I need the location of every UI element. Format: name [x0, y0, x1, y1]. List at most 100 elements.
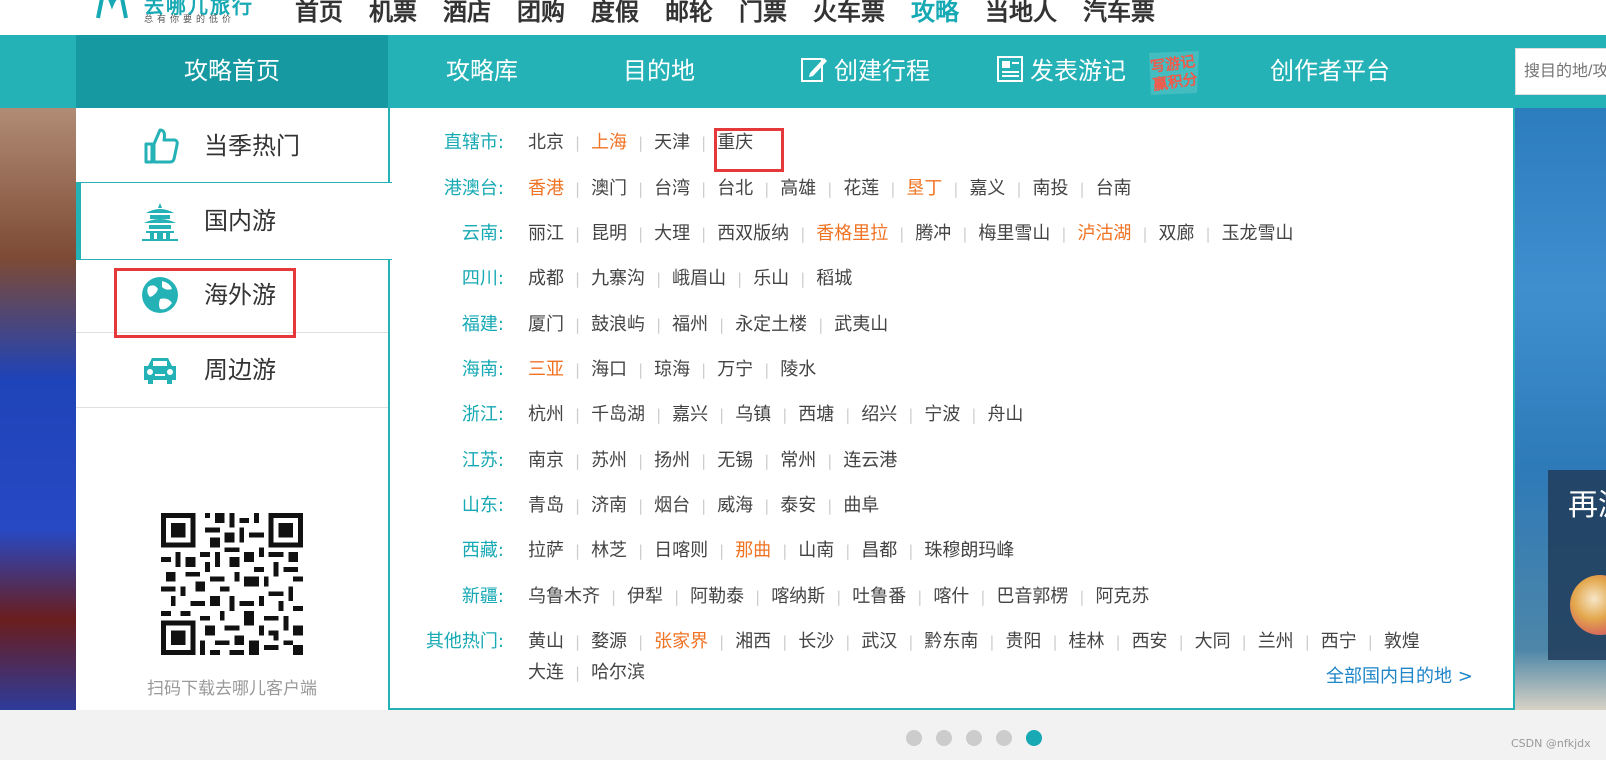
city-link[interactable]: 海口 [591, 359, 627, 380]
city-link[interactable]: 腾冲 [915, 223, 951, 244]
city-link[interactable]: 鼓浪屿 [591, 314, 645, 335]
city-link[interactable]: 喀什 [933, 586, 969, 607]
city-link[interactable]: 青岛 [528, 495, 564, 516]
city-link[interactable]: 厦门 [528, 314, 564, 335]
city-link[interactable]: 台南 [1096, 178, 1132, 199]
top-nav-cruise[interactable]: 邮轮 [665, 0, 713, 34]
top-nav-groupbuy[interactable]: 团购 [517, 0, 565, 34]
city-link[interactable]: 武汉 [861, 631, 897, 652]
top-nav-train[interactable]: 火车票 [813, 0, 885, 34]
city-link[interactable]: 黄山 [528, 631, 564, 652]
city-link[interactable]: 西宁 [1321, 631, 1357, 652]
city-link[interactable]: 济南 [591, 495, 627, 516]
city-link[interactable]: 乐山 [753, 268, 789, 289]
category-domestic[interactable]: 国内游 [76, 182, 392, 260]
city-link[interactable]: 南京 [528, 450, 564, 471]
city-link[interactable]: 湘西 [735, 631, 771, 652]
city-link[interactable]: 张家界 [654, 631, 708, 652]
city-link[interactable]: 绍兴 [861, 404, 897, 425]
carousel-dot[interactable] [936, 730, 952, 746]
category-nearby[interactable]: 周边游 [76, 332, 388, 408]
city-link[interactable]: 大连 [528, 662, 564, 683]
city-link[interactable]: 稻城 [816, 268, 852, 289]
city-link[interactable]: 喀纳斯 [771, 586, 825, 607]
search-input[interactable] [1516, 49, 1606, 94]
city-link[interactable]: 香格里拉 [816, 223, 888, 244]
city-link[interactable]: 三亚 [528, 359, 564, 380]
sub-nav-create-trip[interactable]: 创建行程 [800, 35, 930, 108]
city-link[interactable]: 大同 [1195, 631, 1231, 652]
city-link[interactable]: 珠穆朗玛峰 [924, 540, 1014, 561]
city-link[interactable]: 泸沽湖 [1077, 223, 1131, 244]
city-link[interactable]: 烟台 [654, 495, 690, 516]
city-link[interactable]: 曲阜 [843, 495, 879, 516]
city-link[interactable]: 天津 [654, 132, 690, 153]
city-link[interactable]: 丽江 [528, 223, 564, 244]
carousel-dot[interactable] [966, 730, 982, 746]
city-link[interactable]: 那曲 [735, 540, 771, 561]
city-link[interactable]: 西塘 [798, 404, 834, 425]
city-link[interactable]: 舟山 [987, 404, 1023, 425]
city-link[interactable]: 吐鲁番 [852, 586, 906, 607]
top-nav-tickets[interactable]: 门票 [739, 0, 787, 34]
city-link[interactable]: 伊犁 [627, 586, 663, 607]
city-link[interactable]: 黔东南 [924, 631, 978, 652]
city-link[interactable]: 西双版纳 [717, 223, 789, 244]
city-link[interactable]: 梅里雪山 [978, 223, 1050, 244]
city-link[interactable]: 成都 [528, 268, 564, 289]
city-link[interactable]: 昆明 [591, 223, 627, 244]
city-link[interactable]: 巴音郭楞 [996, 586, 1068, 607]
city-link[interactable]: 威海 [717, 495, 753, 516]
city-link[interactable]: 兰州 [1258, 631, 1294, 652]
sub-nav-guide-home[interactable]: 攻略首页 [76, 35, 388, 108]
city-link[interactable]: 阿克苏 [1095, 586, 1149, 607]
top-nav-locals[interactable]: 当地人 [985, 0, 1057, 34]
city-link[interactable]: 万宁 [717, 359, 753, 380]
city-link[interactable]: 上海 [591, 132, 627, 153]
search-box[interactable] [1515, 48, 1606, 95]
city-link[interactable]: 垦丁 [906, 178, 942, 199]
city-link[interactable]: 高雄 [780, 178, 816, 199]
city-link[interactable]: 桂林 [1069, 631, 1105, 652]
city-link[interactable]: 林芝 [591, 540, 627, 561]
city-link[interactable]: 台湾 [654, 178, 690, 199]
carousel-dot[interactable] [996, 730, 1012, 746]
city-link[interactable]: 永定土楼 [735, 314, 807, 335]
city-link[interactable]: 大理 [654, 223, 690, 244]
top-nav-vacation[interactable]: 度假 [591, 0, 639, 34]
city-link[interactable]: 陵水 [780, 359, 816, 380]
city-link[interactable]: 澳门 [591, 178, 627, 199]
top-nav-home[interactable]: 首页 [295, 0, 343, 34]
city-link[interactable]: 贵阳 [1005, 631, 1041, 652]
logo[interactable]: 去哪儿旅行 总有你要的低价 [94, 0, 274, 30]
city-link[interactable]: 乌镇 [735, 404, 771, 425]
city-link[interactable]: 花莲 [843, 178, 879, 199]
sub-nav-publish-notes[interactable]: 发表游记 [996, 35, 1126, 108]
category-seasonal-hot[interactable]: 当季热门 [76, 108, 388, 184]
city-link[interactable]: 香港 [528, 178, 564, 199]
city-link[interactable]: 敦煌 [1384, 631, 1420, 652]
city-link[interactable]: 嘉义 [969, 178, 1005, 199]
city-link[interactable]: 日喀则 [654, 540, 708, 561]
app-download-qr-code[interactable] [161, 513, 303, 655]
sub-nav-creator-platform[interactable]: 创作者平台 [1270, 35, 1390, 108]
city-link[interactable]: 泰安 [780, 495, 816, 516]
city-link[interactable]: 昌都 [861, 540, 897, 561]
top-nav-hotels[interactable]: 酒店 [443, 0, 491, 34]
carousel-dot[interactable] [1026, 730, 1042, 746]
city-link[interactable]: 婺源 [591, 631, 627, 652]
city-link[interactable]: 阿勒泰 [690, 586, 744, 607]
city-link[interactable]: 山南 [798, 540, 834, 561]
city-link[interactable]: 九寨沟 [591, 268, 645, 289]
city-link[interactable]: 南投 [1033, 178, 1069, 199]
city-link[interactable]: 拉萨 [528, 540, 564, 561]
city-link[interactable]: 千岛湖 [591, 404, 645, 425]
city-link[interactable]: 哈尔滨 [591, 662, 645, 683]
city-link[interactable]: 嘉兴 [672, 404, 708, 425]
sub-nav-destination[interactable]: 目的地 [623, 35, 695, 108]
promo-card[interactable]: 再游阿里 [1548, 470, 1606, 660]
top-nav-flights[interactable]: 机票 [369, 0, 417, 34]
top-nav-bus[interactable]: 汽车票 [1083, 0, 1155, 34]
city-link[interactable]: 连云港 [843, 450, 897, 471]
city-link[interactable]: 西安 [1132, 631, 1168, 652]
